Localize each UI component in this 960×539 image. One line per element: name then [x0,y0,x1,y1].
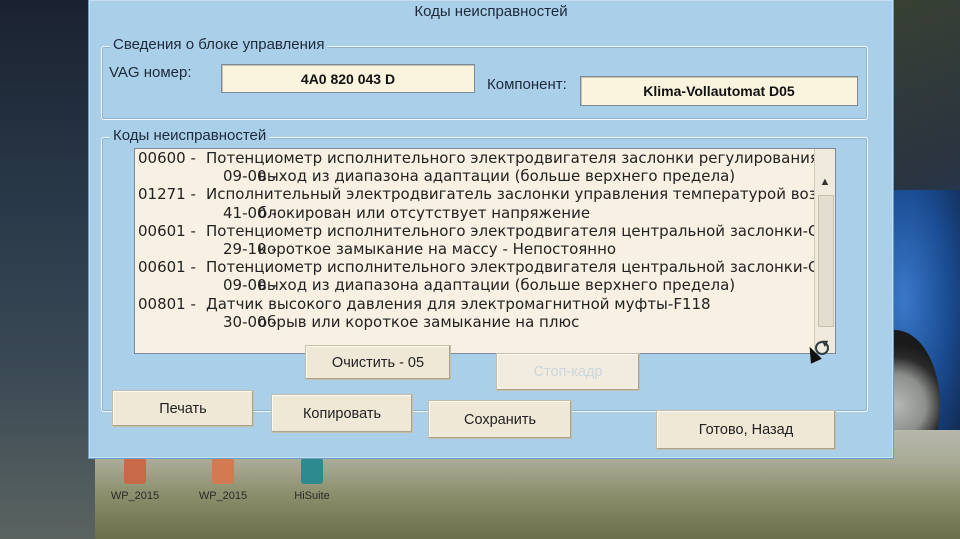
fault-code-row[interactable]: 00601 - Потенциометр исполнительного элек… [135,222,815,240]
hisuite-icon [301,458,323,484]
fault-detail-row[interactable]: 09-00 -выход из диапазона адаптации (бол… [135,276,815,294]
desktop-icon-wp-2015-2[interactable]: WP_2015 [183,458,263,502]
fault-code-row[interactable]: 00601 - Потенциометр исполнительного элек… [135,258,815,276]
scrollbar-thumb[interactable] [818,195,834,327]
copy-button[interactable]: Копировать [271,394,413,433]
fault-detail-row[interactable]: 41-00 -блокирован или отсутствует напряж… [135,204,815,222]
fault-description: Датчик высокого давления для электромагн… [206,294,711,313]
fault-code: 00801 - [138,294,196,313]
document-icon [212,458,234,484]
clear-button[interactable]: Очистить - 05 [305,345,451,380]
fault-description: выход из диапазона адаптации (больше вер… [258,167,736,186]
fault-description: короткое замыкание на массу - Непостоянн… [258,239,617,258]
fault-description: Потенциометр исполнительного электродвиг… [206,258,815,277]
fault-detail-row[interactable]: 09-00 -выход из диапазона адаптации (бол… [135,167,815,185]
fault-detail-row[interactable]: 30-00 -обрыв или короткое замыкание на п… [135,313,815,331]
fault-detail-row[interactable]: 29-10 -короткое замыкание на массу - Неп… [135,240,815,258]
fault-description: Потенциометр исполнительного электродвиг… [206,149,815,167]
fault-subcode: 09-00 - [223,167,277,186]
window-title: Коды неисправностей [414,3,568,20]
print-button[interactable]: Печать [112,390,254,427]
component-label: Компонент: [487,76,567,93]
desktop-icon-label: WP_2015 [110,490,160,502]
fault-subcode: 09-00 - [223,276,277,295]
desktop-icon-label: HiSuite [294,490,330,502]
fault-description: обрыв или короткое замыкание на плюс [258,312,580,331]
fault-code: 00601 - [138,221,196,240]
done-back-button[interactable]: Готово, Назад [656,410,836,450]
fault-codes-window: Коды неисправностей Сведения о блоке упр… [88,0,894,459]
fault-codes-group-label: Коды неисправностей [110,127,270,144]
freeze-frame-button[interactable]: Стоп-кадр [496,353,640,391]
control-unit-group-label: Сведения о блоке управления [110,36,328,53]
fault-code: 01271 - [138,185,196,204]
save-button[interactable]: Сохранить [428,400,572,439]
fault-subcode: 30-00 - [223,312,277,331]
scroll-up-icon[interactable]: ▲ [815,173,835,191]
fault-code-row[interactable]: 01271 - Исполнительный электродвигатель з… [135,185,815,203]
fault-code-row[interactable]: 00600 - Потенциометр исполнительного элек… [135,149,815,167]
fault-code: 00600 - [138,149,196,167]
fault-description: выход из диапазона адаптации (больше вер… [258,276,736,295]
fault-code: 00601 - [138,258,196,277]
desktop-icon-label: WP_2015 [198,490,248,502]
desktop-icon-hisuite[interactable]: HiSuite [272,458,352,502]
vag-number-label: VAG номер: [109,64,192,81]
desktop-icon-wp-2015-1[interactable]: WP_2015 [95,458,175,502]
document-icon [124,458,146,484]
fault-subcode: 41-00 - [223,203,277,222]
fault-codes-list-content: 00600 - Потенциометр исполнительного элек… [135,149,815,353]
fault-description: Потенциометр исполнительного электродвиг… [206,221,815,240]
fault-code-row[interactable]: 00801 - Датчик высокого давления для элек… [135,295,815,313]
component-field: Klima-Vollautomat D05 [580,76,858,106]
fault-description: Исполнительный электродвигатель заслонки… [206,185,815,204]
fault-codes-list[interactable]: 00600 - Потенциометр исполнительного элек… [134,148,836,354]
fault-subcode: 29-10 - [223,239,277,258]
vag-number-field: 4A0 820 043 D [221,64,475,93]
fault-list-scrollbar[interactable]: ▲ ▼ [814,149,835,353]
fault-description: блокирован или отсутствует напряжение [258,203,591,222]
